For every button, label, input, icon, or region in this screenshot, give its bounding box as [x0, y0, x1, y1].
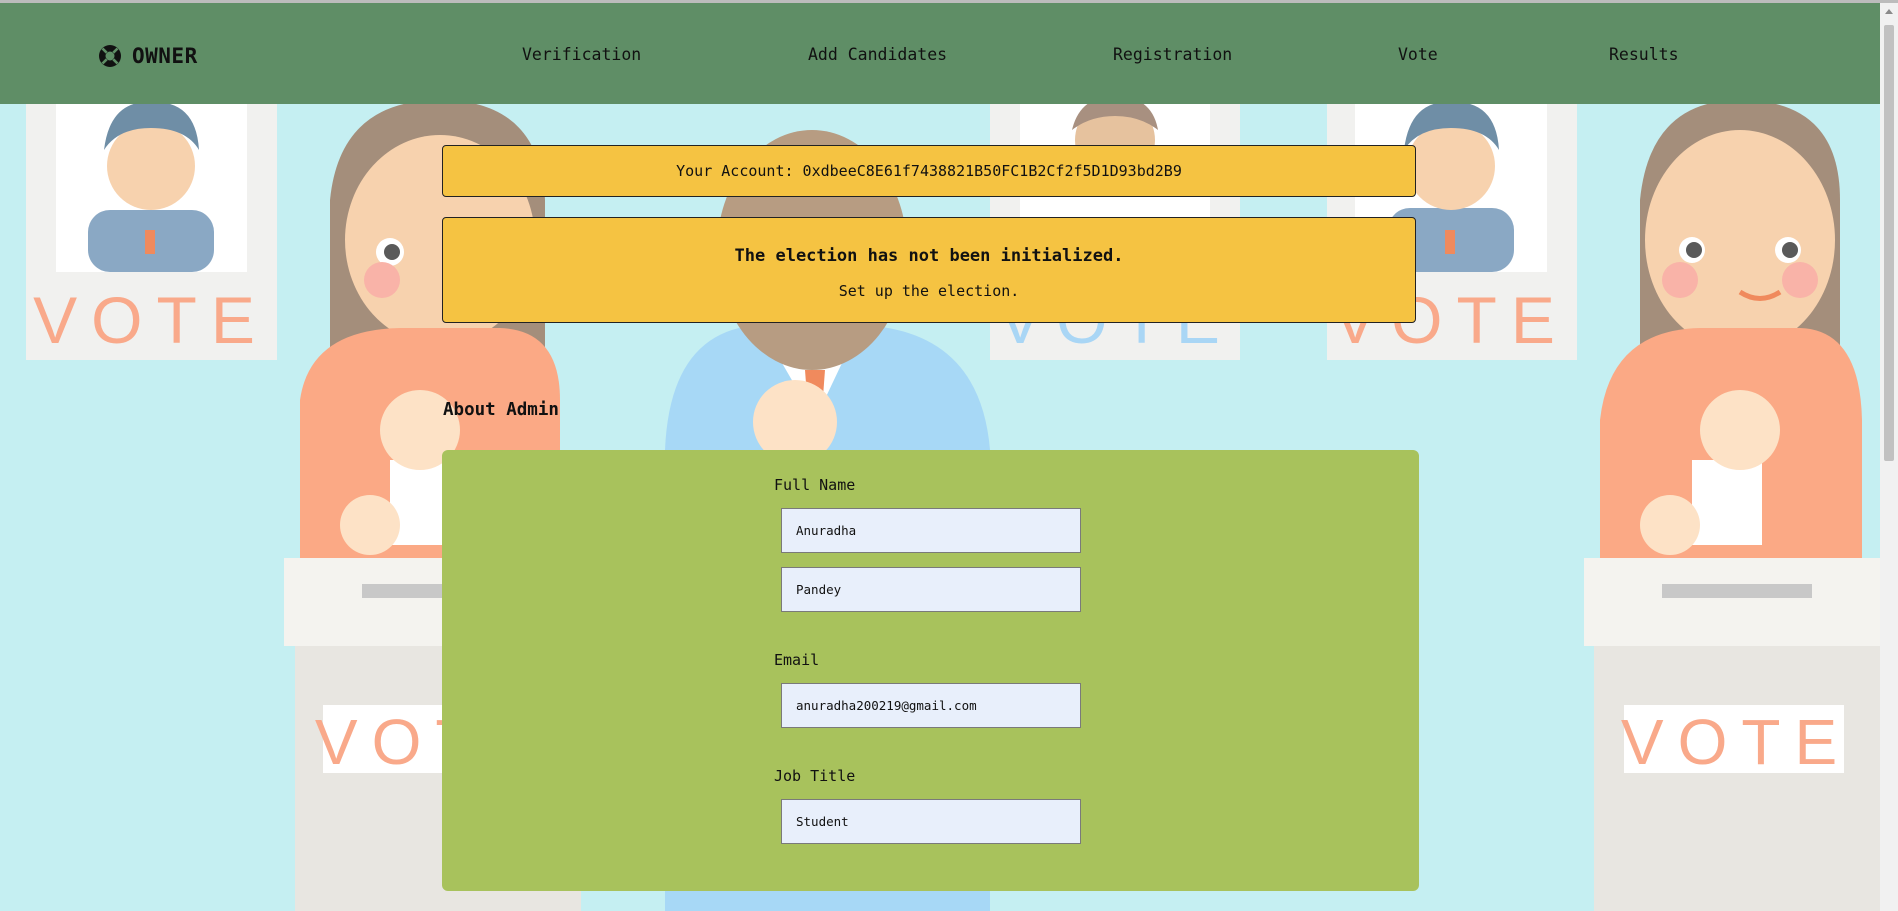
- full-name-label: Full Name: [774, 476, 856, 494]
- nav-link-registration[interactable]: Registration: [1113, 45, 1232, 64]
- ballot-text-right: VOTE: [1621, 706, 1851, 778]
- vertical-scrollbar[interactable]: [1880, 3, 1898, 911]
- email-label: Email: [774, 651, 820, 669]
- notice-subtitle: Set up the election.: [838, 282, 1020, 300]
- election-status-notice: The election has not been initialized. S…: [442, 217, 1416, 323]
- illustration-woman-right: [1600, 104, 1862, 560]
- lifebuoy-icon: [99, 45, 121, 67]
- job-title-input[interactable]: [781, 799, 1081, 844]
- nav-link-add-candidates[interactable]: Add Candidates: [808, 45, 947, 64]
- about-admin-heading: About Admin: [443, 400, 559, 420]
- nav-link-results[interactable]: Results: [1609, 45, 1679, 64]
- vote-poster-left: VOTE: [26, 104, 277, 360]
- first-name-input[interactable]: [781, 508, 1081, 553]
- brand-label: OWNER: [132, 44, 198, 68]
- last-name-input[interactable]: [781, 567, 1081, 612]
- notice-title: The election has not been initialized.: [734, 246, 1124, 266]
- scroll-thumb[interactable]: [1884, 25, 1894, 461]
- ballot-box-right: VOTE: [1584, 558, 1880, 911]
- poster-text-left: VOTE: [33, 283, 269, 357]
- nav-link-verification[interactable]: Verification: [522, 45, 641, 64]
- top-navbar: OWNER Verification Add Candidates Regist…: [0, 3, 1880, 104]
- nav-link-vote[interactable]: Vote: [1398, 45, 1438, 64]
- account-address-text: Your Account: 0xdbeeC8E61f7438821B50FC1B…: [676, 162, 1182, 180]
- email-input[interactable]: [781, 683, 1081, 728]
- brand-logo[interactable]: OWNER: [98, 41, 198, 71]
- scroll-up-arrow-icon[interactable]: [1885, 9, 1893, 14]
- job-title-label: Job Title: [774, 767, 856, 785]
- account-address-banner: Your Account: 0xdbeeC8E61f7438821B50FC1B…: [442, 145, 1416, 197]
